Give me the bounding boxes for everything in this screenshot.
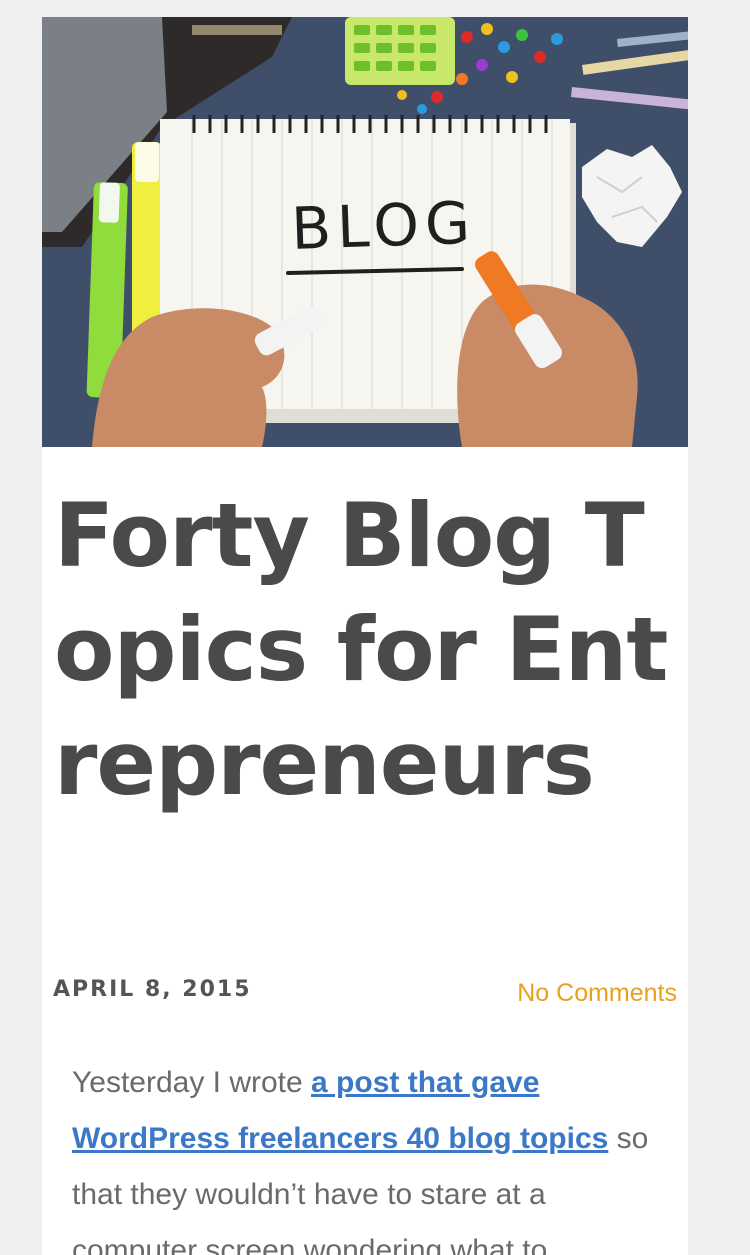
- featured-image[interactable]: BLOG: [42, 17, 688, 447]
- excerpt-text-start: Yesterday I wrote: [72, 1066, 312, 1099]
- blog-notepad-illustration: BLOG: [42, 17, 688, 447]
- post-card: BLOG Forty Blog Topics for Entrepreneurs…: [42, 17, 688, 1255]
- notepad-blog-text: BLOG: [290, 189, 477, 263]
- post-excerpt: Yesterday I wrote a post that gave WordP…: [72, 1055, 662, 1255]
- post-title[interactable]: Forty Blog Topics for Entrepreneurs: [54, 479, 684, 821]
- comments-link[interactable]: No Comments: [517, 979, 677, 1008]
- post-date: APRIL 8, 2015: [53, 977, 252, 1002]
